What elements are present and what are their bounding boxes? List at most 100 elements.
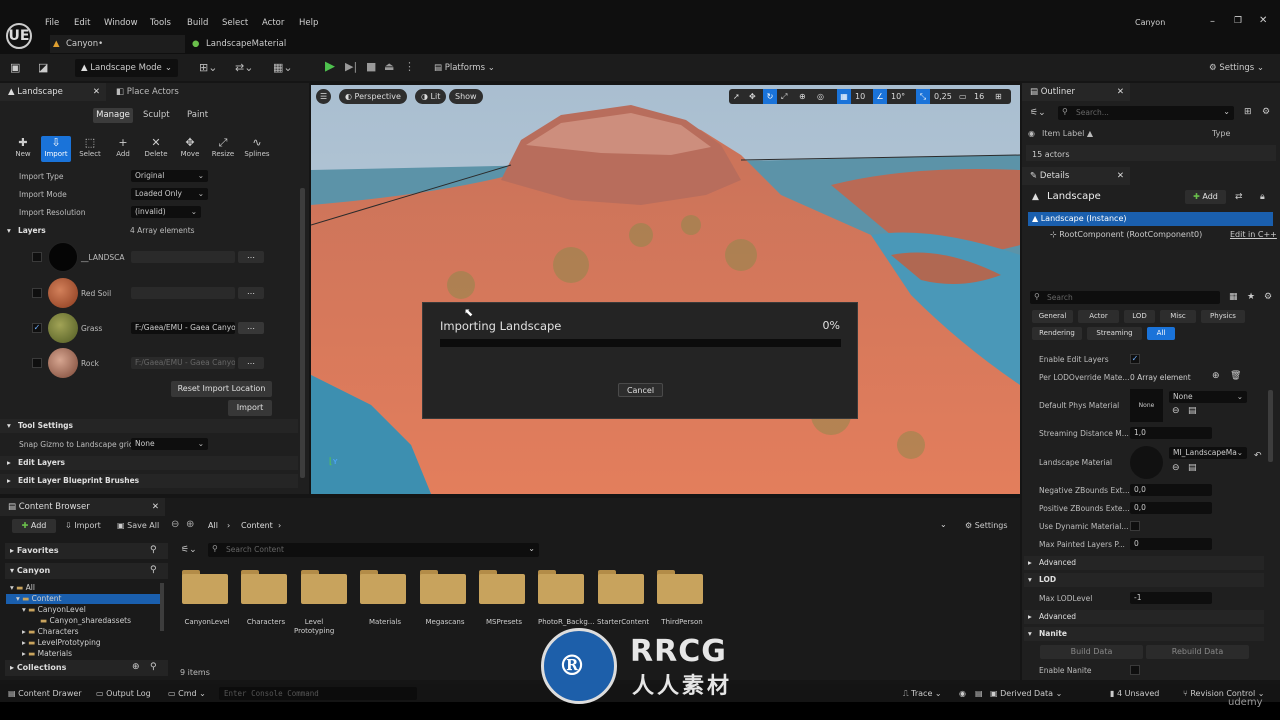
cat-general[interactable]: General [1032,310,1073,323]
back-icon[interactable]: ⊖ [171,519,179,530]
platforms-button[interactable]: ▤ Platforms ⌄ [434,60,495,76]
search-content-input[interactable]: ⚲ Search Content ⌄ [208,543,539,557]
mode-tab-sculpt[interactable]: Sculpt [143,108,171,123]
show-button[interactable]: Show [449,89,483,104]
tab-details[interactable]: ✎ Details ✕ [1022,167,1130,185]
trace-button[interactable]: ⎍ Trace ⌄ [903,689,942,699]
unsaved-button[interactable]: ▮ 4 Unsaved [1110,689,1159,698]
menu-file[interactable]: File [45,18,59,28]
max-painted-layers-input[interactable]: 0 [1130,538,1212,550]
browse-icon[interactable]: ▤ [1188,463,1197,473]
close-icon[interactable]: ✕ [1117,83,1124,101]
stop-icon[interactable]: ■ [366,59,376,75]
phys-material-thumbnail[interactable]: None [1130,389,1163,422]
advanced-section[interactable]: ▸ Advanced [1024,556,1264,570]
layer-checkbox[interactable] [32,358,42,368]
menu-tools[interactable]: Tools [150,18,171,28]
record-icon[interactable]: ◉ [959,689,966,698]
trash-icon[interactable]: 🗑︎ [1230,371,1241,381]
menu-edit[interactable]: Edit [74,18,90,28]
layer-path-field[interactable] [131,287,235,299]
browse-icon[interactable]: ▤ [1188,406,1197,416]
save-icon[interactable]: ▣ [10,60,20,76]
layer-path-field[interactable]: F:/Gaea/EMU - Gaea Canyo [131,322,235,334]
cat-physics[interactable]: Physics [1201,310,1245,323]
star-icon[interactable]: ★ [1247,292,1255,302]
tree-all[interactable]: ▾ ▬ All [10,583,35,593]
more-options-icon[interactable]: ⋮ [404,59,415,75]
scale-snap-icon[interactable]: ⤡ [916,89,930,104]
advanced-lod-section[interactable]: ▸ Advanced [1024,610,1264,624]
menu-actor[interactable]: Actor [262,18,284,28]
scale-snap-value[interactable]: 0,25 [934,89,952,104]
tool-add[interactable]: + Add [108,136,138,162]
tab-landscape[interactable]: ▲ Landscape ✕ [0,83,106,101]
cat-rendering[interactable]: Rendering [1032,327,1082,340]
mode-tab-paint[interactable]: Paint [187,108,215,123]
tree-content[interactable]: ▾ ▬ Content [6,594,161,604]
layer-path-field[interactable] [131,251,235,263]
blueprint-icon[interactable]: ⇄⌄ [235,60,253,76]
details-search-input[interactable]: ⚲ Search [1030,291,1220,304]
content-drawer-button[interactable]: ▤ Content Drawer [8,689,82,698]
grid-snap-value[interactable]: 10 [855,89,865,104]
add-component-button[interactable]: ✚ Add [1185,190,1226,204]
world-icon[interactable]: ⊕ [799,89,806,104]
tree-levelprototyping[interactable]: ▸ ▬ LevelPrototyping [22,638,101,648]
browse-button[interactable]: … [238,251,264,263]
reset-icon[interactable]: ↶ [1254,451,1262,461]
close-icon[interactable]: ✕ [1117,167,1124,185]
import-button[interactable]: Import [228,400,272,416]
derived-data-button[interactable]: ▣ Derived Data ⌄ [990,689,1062,698]
enable-edit-layers-checkbox[interactable]: ✓ [1130,354,1140,364]
folder-characters[interactable] [241,570,287,604]
gear-icon[interactable]: ⚙ [1262,107,1270,117]
visibility-icon[interactable]: ◉ [1028,129,1035,138]
edit-layers-section[interactable]: ▸ Edit Layers [0,456,298,470]
root-component-row[interactable]: ⊹ RootComponent (RootComponent0) [1050,230,1202,239]
tool-delete[interactable]: ✕ Delete [141,136,171,162]
edit-layer-brushes-section[interactable]: ▸ Edit Layer Blueprint Brushes [0,474,298,488]
edit-in-cpp-link[interactable]: Edit in C++ [1230,230,1277,239]
landscape-material-dropdown[interactable]: MI_LandscapeMa ⌄ [1169,447,1247,459]
add-collection-icon[interactable]: ⊕ [132,662,140,672]
rotate-icon[interactable]: ↻ [763,89,777,104]
layer-path-field[interactable]: F:/Gaea/EMU - Gaea Canyo [131,357,235,369]
cmd-dropdown[interactable]: ▭ Cmd ⌄ [168,689,206,698]
column-type[interactable]: Type [1212,129,1230,138]
maximize-icon[interactable]: ❐ [1234,16,1242,26]
table-view-icon[interactable]: ▦ [1229,292,1238,302]
cat-all[interactable]: All [1147,327,1175,340]
landscape-material-thumbnail[interactable] [1130,446,1163,479]
folder-mspresets[interactable] [479,570,525,604]
folder-thirdperson[interactable] [657,570,703,604]
import-content-button[interactable]: ⇩ Import [65,521,101,530]
camera-speed-value[interactable]: 16 [974,89,984,104]
close-icon[interactable]: ✕ [93,83,100,101]
cat-misc[interactable]: Misc [1160,310,1196,323]
tree-canyon-sharedassets[interactable]: ▬ Canyon_sharedassets [40,616,131,626]
positive-zbounds-input[interactable]: 0,0 [1130,502,1212,514]
max-lod-level-input[interactable]: -1 [1130,592,1212,604]
negative-zbounds-input[interactable]: 0,0 [1130,484,1212,496]
filter-icon[interactable]: ⚟⌄ [181,545,197,555]
search-icon[interactable]: ⚲ [150,565,157,575]
scale-icon[interactable]: ⤢ [781,89,787,104]
close-icon[interactable]: ✕ [152,498,159,516]
step-icon[interactable]: ▶| [345,59,357,75]
tool-settings-section[interactable]: ▾ Tool Settings [0,419,298,433]
layer-checkbox[interactable]: ✓ [32,323,42,333]
details-scrollbar[interactable] [1268,390,1273,462]
tree-canyonlevel[interactable]: ▾ ▬ CanyonLevel [22,605,86,615]
gear-icon[interactable]: ⚙ [1264,292,1272,302]
browse-button[interactable]: … [238,357,264,369]
rotation-snap-value[interactable]: 10° [891,89,905,104]
folder-photor[interactable] [538,570,584,604]
console-input[interactable]: Enter Console Command [219,687,417,700]
folder-levelprototyping[interactable] [301,570,347,604]
blueprint-icon[interactable]: ⇄ [1235,192,1243,202]
close-icon[interactable]: ✕ [1259,15,1267,26]
use-selected-icon[interactable]: ⊖ [1172,406,1180,416]
cinematics-icon[interactable]: ▦⌄ [273,60,293,76]
rotation-snap-icon[interactable]: ∠ [873,89,887,104]
